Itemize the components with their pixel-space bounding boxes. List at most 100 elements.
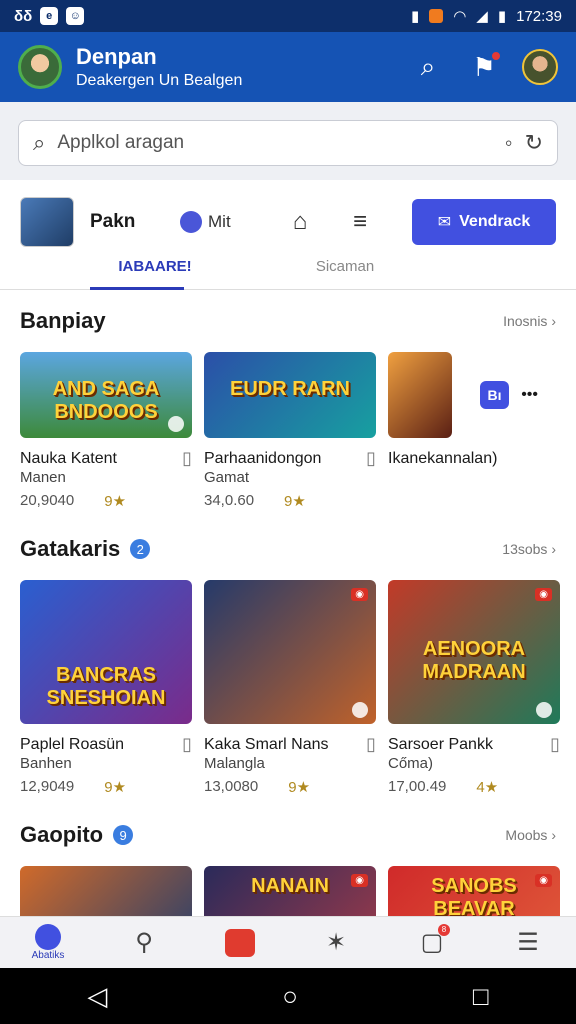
menu-lines-icon[interactable]: ≡	[330, 208, 390, 236]
signal-icon: ◢	[476, 8, 488, 25]
status-icon-3: ☺	[66, 7, 85, 25]
game-thumbnail[interactable]: AND SAGA BNDOOOS	[20, 352, 192, 438]
app-badge-icon	[429, 9, 444, 23]
hamburger-icon: ☰	[517, 929, 539, 956]
profile-avatar[interactable]	[522, 49, 558, 85]
pill-button[interactable]: Bı	[479, 381, 510, 409]
globe-icon	[35, 924, 61, 950]
nav-store[interactable]	[212, 928, 268, 957]
notification-bell-icon[interactable]: ⚑	[466, 49, 502, 83]
primary-action-button[interactable]: ✉ Vendrack	[412, 199, 556, 245]
search-input[interactable]: ⌕ Applkol aragan ◦ ↻	[18, 120, 558, 166]
nav-search[interactable]: ⚲	[116, 928, 172, 957]
section-more-link[interactable]: Moobs ›	[505, 827, 556, 843]
eye-icon[interactable]: ◦	[505, 130, 513, 156]
game-card[interactable]: ◉ AENOORA MADRAAN Sarsoer Pankk ▯ Cőma) 1…	[388, 580, 560, 796]
section-more-link[interactable]: 13sobs ›	[502, 541, 556, 557]
section-badge: 9	[113, 825, 134, 845]
game-title: Paplel Roasün	[20, 736, 125, 753]
game-card[interactable]: ◉ Kaka Smarl Nans ▯ Malangla 13,0080 9★	[204, 580, 376, 796]
download-count: 20,9040	[20, 492, 75, 509]
app-thumbnail[interactable]	[20, 197, 74, 247]
game-card[interactable]	[20, 866, 192, 916]
game-thumbnail[interactable]: BANCRAS SNESHOIAN	[20, 580, 192, 724]
clock: 172:39	[516, 7, 562, 25]
bookmark-icon[interactable]: ▯	[550, 734, 560, 755]
search-icon: ⌕	[33, 130, 46, 155]
notification-icon: ▮	[410, 8, 420, 25]
game-card[interactable]: AND SAGA BNDOOOS Nauka Katent ▯ Manen 20,…	[20, 352, 192, 510]
nav-menu[interactable]: ☰	[500, 928, 556, 957]
search-icon[interactable]: ⌕	[410, 51, 446, 83]
game-subtitle: Malangla	[204, 755, 265, 772]
game-card[interactable]: ◉ NANAIN	[204, 866, 376, 916]
notification-badge: 8	[438, 924, 450, 936]
section-3: Gaopito 9 Moobs › ◉ NANAIN ◉ SANOBS BEAVAR	[0, 804, 576, 916]
game-thumbnail[interactable]	[388, 352, 452, 438]
toolbar: Pakn Mit ⌂ ≡ ✉ Vendrack IABAARE! Sicaman	[0, 180, 576, 290]
mini-link[interactable]: Mit	[180, 211, 270, 233]
refresh-icon[interactable]: ↻	[525, 130, 543, 156]
game-thumbnail[interactable]	[20, 866, 192, 916]
game-subtitle: Cőma)	[388, 755, 434, 772]
game-title: Parhaanidongon	[204, 450, 322, 467]
bookmark-icon[interactable]: ▯	[182, 734, 192, 755]
home-icon[interactable]: ⌂	[270, 208, 330, 236]
bookmark-icon[interactable]: ▯	[366, 448, 376, 469]
primary-action-label: Vendrack	[459, 213, 531, 230]
rating: 9★	[288, 779, 311, 796]
game-title: Kaka Smarl Nans	[204, 736, 329, 753]
game-art-title: EUDR RARN	[230, 377, 350, 400]
game-art-title: BANCRAS SNESHOIAN	[46, 663, 166, 709]
tab-1[interactable]: IABAARE!	[60, 252, 250, 290]
system-nav-bar: ◁ ○ □	[0, 968, 576, 1024]
verified-icon	[352, 702, 368, 718]
game-card[interactable]: ◉ SANOBS BEAVAR	[388, 866, 560, 916]
section-2: Gatakaris 2 13sobs › BANCRAS SNESHOIAN P…	[0, 518, 576, 796]
chat-icon: ✉	[437, 214, 452, 231]
user-avatar[interactable]	[18, 45, 62, 89]
game-thumbnail[interactable]: ◉ AENOORA MADRAAN	[388, 580, 560, 724]
section-title: Gatakaris	[20, 536, 121, 561]
star-icon: ✶	[325, 929, 347, 956]
game-thumbnail[interactable]: ◉ SANOBS BEAVAR	[388, 866, 560, 916]
bottom-nav: Abatiks ⚲ ✶ ▢ 8 ☰	[0, 916, 576, 968]
key-search-icon: ⚲	[135, 929, 153, 956]
nav-favorites[interactable]: ✶	[308, 928, 364, 957]
download-count: 12,9049	[20, 778, 75, 795]
section-more-link[interactable]: Inosnis ›	[503, 313, 556, 329]
tab-bar: IABAARE! Sicaman	[0, 252, 576, 290]
game-card[interactable]: EUDR RARN Parhaanidongon ▯ Gamat 34,0.60 9…	[204, 352, 376, 510]
section-1: Banpiay Inosnis › AND SAGA BNDOOOS Nauka…	[0, 290, 576, 510]
game-title: Nauka Katent	[20, 450, 117, 467]
download-count: 13,0080	[204, 778, 259, 795]
app-subtitle: Deakergen Un Bealgen	[76, 72, 243, 89]
game-art-title: SANOBS BEAVAR	[431, 874, 517, 916]
download-count: 17,00.49	[388, 778, 447, 795]
game-thumbnail[interactable]: ◉	[204, 580, 376, 724]
more-dots-icon[interactable]: •••	[521, 386, 538, 404]
recents-icon[interactable]: □	[473, 981, 489, 1012]
tab-2[interactable]: Sicaman	[250, 252, 440, 289]
game-card[interactable]: Bı ••• Ikanekannalan)	[388, 352, 538, 510]
back-icon[interactable]: ◁	[87, 981, 107, 1012]
nav-library[interactable]: ▢ 8	[404, 924, 460, 957]
game-thumbnail[interactable]: EUDR RARN	[204, 352, 376, 438]
rating: 9★	[104, 779, 127, 796]
game-card[interactable]: BANCRAS SNESHOIAN Paplel Roasün ▯ Banhen …	[20, 580, 192, 796]
game-thumbnail[interactable]: ◉ NANAIN	[204, 866, 376, 916]
app-title: Denpan	[76, 44, 157, 69]
store-icon	[225, 928, 255, 957]
notification-dot	[490, 49, 502, 62]
game-art-title: NANAIN	[251, 874, 329, 897]
battery-icon: ▮	[497, 8, 507, 25]
home-circle-icon[interactable]: ○	[282, 981, 298, 1012]
bookmark-icon[interactable]: ▯	[366, 734, 376, 755]
status-icon-2: e	[40, 7, 59, 25]
game-subtitle: Banhen	[20, 755, 72, 772]
bookmark-icon[interactable]: ▯	[182, 448, 192, 469]
game-subtitle: Gamat	[204, 469, 250, 486]
hot-badge: ◉	[351, 588, 368, 601]
search-area: ⌕ Applkol aragan ◦ ↻	[0, 102, 576, 180]
nav-home[interactable]: Abatiks	[20, 924, 76, 961]
